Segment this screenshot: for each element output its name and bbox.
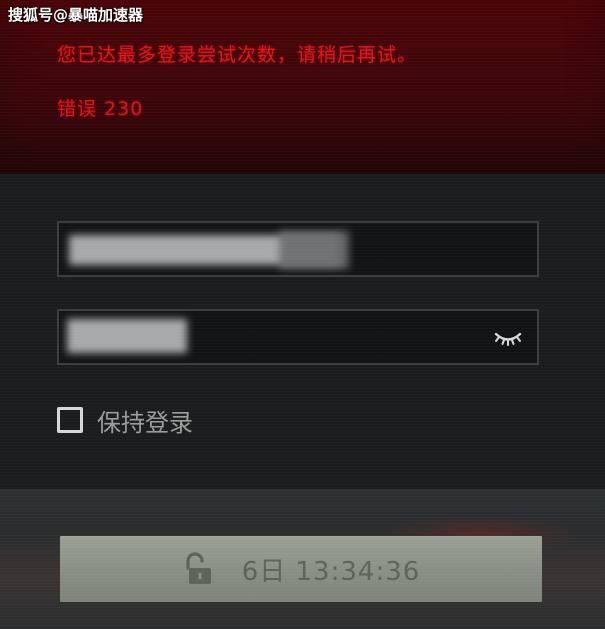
error-code: 错误 230: [57, 98, 144, 120]
error-banner: 您已达最多登录尝试次数，请稍后再试。 错误 230: [0, 0, 605, 174]
keep-signed-in-checkbox[interactable]: [57, 407, 83, 433]
watermark-text: 搜狐号@暴喵加速器: [8, 6, 144, 24]
eye-closed-icon[interactable]: [493, 327, 523, 347]
keep-signed-in-row[interactable]: 保持登录: [57, 404, 193, 437]
error-message: 您已达最多登录尝试次数，请稍后再试。: [57, 44, 418, 66]
username-field[interactable]: [57, 221, 539, 277]
redacted-password: [67, 319, 187, 353]
login-button-disabled[interactable]: 6日 13:34:36: [60, 536, 542, 602]
unlock-icon: [186, 552, 211, 584]
password-field[interactable]: [57, 309, 539, 365]
lockout-countdown: 6日 13:34:36: [241, 556, 421, 587]
redacted-username-tail: [279, 231, 349, 269]
keep-signed-in-label: 保持登录: [97, 408, 193, 437]
